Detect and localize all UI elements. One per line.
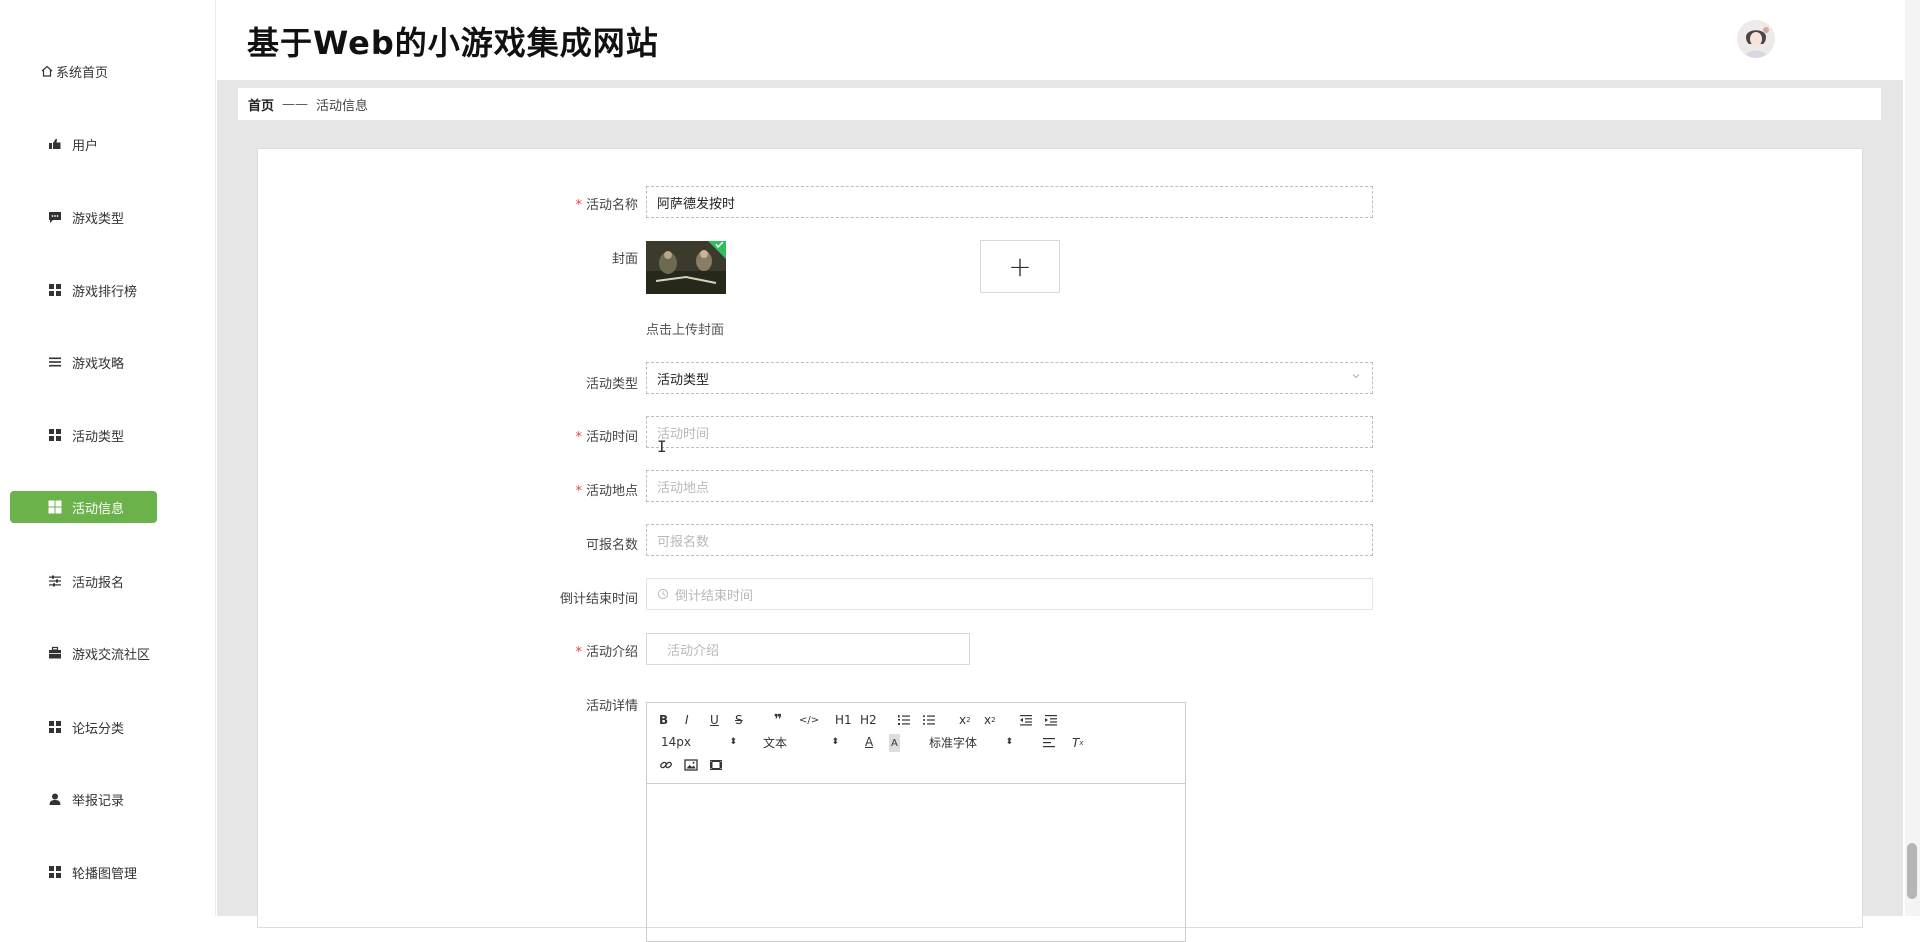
- sidebar-item-game-guides[interactable]: 游戏攻略: [10, 346, 157, 378]
- sidebar-item-label: 游戏攻略: [72, 356, 125, 372]
- sliders-icon: [48, 574, 62, 588]
- sidebar-item-label: 活动类型: [72, 429, 125, 445]
- sidebar-item-label: 活动报名: [72, 575, 125, 591]
- chevron-down-icon: [1350, 370, 1362, 386]
- italic-icon[interactable]: I: [685, 711, 689, 729]
- align-icon[interactable]: [1042, 734, 1056, 752]
- background-color-icon[interactable]: A: [889, 734, 900, 752]
- activity-type-select[interactable]: 活动类型: [646, 362, 1373, 394]
- activity-type-label: 活动类型: [585, 377, 638, 392]
- header: 基于Web的小游戏集成网站: [217, 0, 1903, 80]
- sidebar-item-game-types[interactable]: 游戏类型: [10, 201, 157, 233]
- countdown-label: 倒计结束时间: [559, 592, 638, 607]
- sidebar-item-activity-types[interactable]: 活动类型: [10, 419, 157, 451]
- sidebar-item-users[interactable]: 用户: [10, 128, 157, 160]
- sidebar-item-label: 游戏排行榜: [72, 284, 138, 300]
- h1-button[interactable]: H1: [835, 711, 852, 729]
- outdent-icon[interactable]: [1019, 711, 1033, 729]
- scrollbar-thumb[interactable]: [1907, 843, 1917, 899]
- activity-name-input[interactable]: 阿萨德发按时: [646, 186, 1373, 218]
- sidebar-item-reports[interactable]: 举报记录: [10, 783, 157, 815]
- detail-label: 活动详情: [585, 699, 638, 714]
- grid-icon: [48, 720, 62, 734]
- indent-icon[interactable]: [1044, 711, 1058, 729]
- sidebar-item-community[interactable]: 游戏交流社区: [10, 637, 157, 669]
- sidebar-item-label: 游戏交流社区: [72, 647, 151, 663]
- quota-input[interactable]: 可报名数: [646, 524, 1373, 556]
- sidebar-item-label: 用户: [72, 138, 99, 154]
- video-icon[interactable]: [709, 756, 723, 774]
- font-size-select[interactable]: 14px ⬍: [661, 733, 737, 751]
- breadcrumb-home[interactable]: 首页: [248, 95, 274, 114]
- bullet-list-icon[interactable]: [922, 711, 936, 729]
- rich-text-editor: B I U S ❞ </> H1 H2 x2 x2 14px ⬍ 文本 ⬍ A …: [646, 702, 1186, 942]
- underline-icon[interactable]: U: [710, 711, 719, 729]
- briefcase-icon: [48, 646, 62, 660]
- countdown-datetime-input[interactable]: 倒计结束时间: [646, 578, 1373, 610]
- sidebar-item-home[interactable]: 系统首页: [10, 55, 157, 87]
- sidebar-item-label: 活动信息: [72, 501, 125, 517]
- sidebar-item-label: 系统首页: [56, 65, 109, 81]
- form-card: * 活动名称 阿萨德发按时 封面 + 点击上传封面 活动类型 活动类型 * 活动…: [257, 148, 1863, 942]
- bold-icon[interactable]: B: [659, 711, 668, 729]
- link-icon[interactable]: [659, 756, 673, 774]
- breadcrumb: 首页 —— 活动信息: [238, 88, 1881, 120]
- sidebar: 系统首页 用户 游戏类型 游戏排行榜 游戏攻略 活动类型 活动信息 活动报名 游…: [0, 0, 216, 916]
- quota-label: 可报名数: [585, 538, 638, 553]
- sidebar-item-carousel[interactable]: 轮播图管理: [10, 856, 157, 888]
- clock-icon: [657, 588, 669, 600]
- ordered-list-icon[interactable]: [897, 711, 911, 729]
- text-cursor-icon: I: [657, 437, 667, 456]
- subscript-icon[interactable]: x2: [959, 711, 971, 729]
- paragraph-select[interactable]: 文本 ⬍: [763, 733, 839, 751]
- quote-icon[interactable]: ❞: [774, 711, 782, 729]
- home-icon: [40, 64, 54, 78]
- site-title: 基于Web的小游戏集成网站: [247, 24, 659, 62]
- cover-upload-tip: 点击上传封面: [646, 323, 725, 338]
- sidebar-item-label: 举报记录: [72, 793, 125, 809]
- chat-icon: [48, 210, 62, 224]
- code-icon[interactable]: </>: [799, 711, 819, 729]
- sidebar-item-activity-info[interactable]: 活动信息: [10, 491, 157, 523]
- sidebar-item-label: 轮播图管理: [72, 866, 138, 882]
- clear-format-icon[interactable]: Tx: [1072, 734, 1084, 752]
- editor-toolbar: B I U S ❞ </> H1 H2 x2 x2 14px ⬍ 文本 ⬍ A …: [647, 703, 1185, 784]
- grid-icon: [48, 500, 62, 514]
- grid-icon: [48, 865, 62, 879]
- cover-label: 封面: [611, 252, 638, 267]
- strike-icon[interactable]: S: [735, 711, 743, 729]
- font-family-select[interactable]: 标准字体 ⬍: [929, 733, 1013, 751]
- avatar[interactable]: [1737, 20, 1775, 58]
- cover-thumbnail[interactable]: [646, 241, 726, 294]
- user-icon: [48, 792, 62, 806]
- activity-place-input[interactable]: 活动地点: [646, 470, 1373, 502]
- intro-label: * 活动介绍: [575, 645, 638, 660]
- sidebar-item-label: 游戏类型: [72, 211, 125, 227]
- page-scrollbar[interactable]: [1905, 0, 1920, 916]
- main-area: 基于Web的小游戏集成网站 首页 —— 活动信息 * 活动名称 阿萨德发按时 封面: [217, 0, 1903, 942]
- breadcrumb-current: 活动信息: [316, 98, 369, 114]
- cover-upload-button[interactable]: +: [980, 240, 1060, 293]
- sidebar-item-forum-categories[interactable]: 论坛分类: [10, 711, 157, 743]
- activity-name-label: * 活动名称: [575, 198, 638, 213]
- superscript-icon[interactable]: x2: [984, 711, 996, 729]
- thumb-icon: [48, 137, 62, 151]
- activity-time-label: * 活动时间: [575, 430, 638, 445]
- list-icon: [48, 355, 62, 369]
- activity-place-label: * 活动地点: [575, 484, 638, 499]
- font-color-icon[interactable]: A: [865, 733, 873, 751]
- activity-time-input[interactable]: 活动时间: [646, 416, 1373, 448]
- h2-button[interactable]: H2: [860, 711, 877, 729]
- breadcrumb-separator: ——: [282, 96, 309, 112]
- activity-type-value: 活动类型: [657, 372, 710, 388]
- sidebar-item-label: 论坛分类: [72, 721, 125, 737]
- image-icon[interactable]: [684, 756, 698, 774]
- sidebar-item-activity-signup[interactable]: 活动报名: [10, 565, 157, 597]
- countdown-placeholder: 倒计结束时间: [675, 588, 754, 604]
- grid-icon: [48, 428, 62, 442]
- intro-textarea[interactable]: 活动介绍: [646, 633, 970, 665]
- grid-icon: [48, 283, 62, 297]
- editor-content-area[interactable]: [647, 784, 1185, 942]
- sidebar-item-game-ranking[interactable]: 游戏排行榜: [10, 274, 157, 306]
